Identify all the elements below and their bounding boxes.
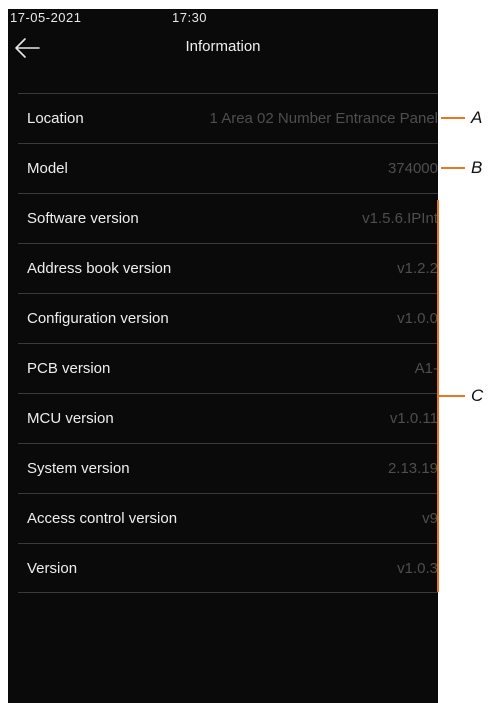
row-label: Configuration version <box>27 310 169 327</box>
callout-a-label: A <box>471 108 483 127</box>
info-row-version: Version v1.0.3 <box>18 543 438 593</box>
row-label: Software version <box>27 210 139 227</box>
info-row-software-version: Software version v1.5.6.IPInt <box>18 193 438 243</box>
status-time: 17:30 <box>172 10 208 25</box>
info-row-configuration-version: Configuration version v1.0.0 <box>18 293 438 343</box>
row-value: v9 <box>422 510 438 527</box>
info-row-address-book-version: Address book version v1.2.2 <box>18 243 438 293</box>
status-bar: 17-05-2021 17:30 <box>8 9 438 29</box>
row-value: A1- <box>414 360 438 377</box>
row-value: v1.0.11 <box>389 410 438 427</box>
row-value: 374000 <box>387 160 438 177</box>
row-value: v1.0.3 <box>397 560 438 577</box>
row-value: 2.13.19 <box>387 460 438 477</box>
row-label: MCU version <box>27 410 114 427</box>
info-row-pcb-version: PCB version A1- <box>18 343 438 393</box>
info-row-access-control-version: Access control version v9 <box>18 493 438 543</box>
row-label: System version <box>27 460 130 477</box>
status-date: 17-05-2021 <box>10 10 82 25</box>
info-row-mcu-version: MCU version v1.0.11 <box>18 393 438 443</box>
row-label: Location <box>27 110 84 127</box>
row-label: PCB version <box>27 360 111 377</box>
info-row-location: Location 1 Area 02 Number Entrance Panel <box>18 93 438 143</box>
row-label: Version <box>27 560 78 577</box>
row-value: v1.2.2 <box>397 260 438 277</box>
row-label: Model <box>27 160 68 177</box>
row-value: v1.5.6.IPInt <box>362 210 438 227</box>
callout-c-label: C <box>471 386 484 405</box>
device-screen: 17-05-2021 17:30 Information Location 1 … <box>8 9 438 703</box>
row-label: Address book version <box>27 260 172 277</box>
row-label: Access control version <box>27 510 178 527</box>
page-title: Information <box>185 38 261 55</box>
row-value: v1.0.0 <box>397 310 438 327</box>
info-row-system-version: System version 2.13.19 <box>18 443 438 493</box>
info-row-model: Model 374000 <box>18 143 438 193</box>
info-list: Location 1 Area 02 Number Entrance Panel… <box>18 93 438 593</box>
callout-b-label: B <box>471 158 483 177</box>
row-value: 1 Area 02 Number Entrance Panel <box>209 110 438 127</box>
